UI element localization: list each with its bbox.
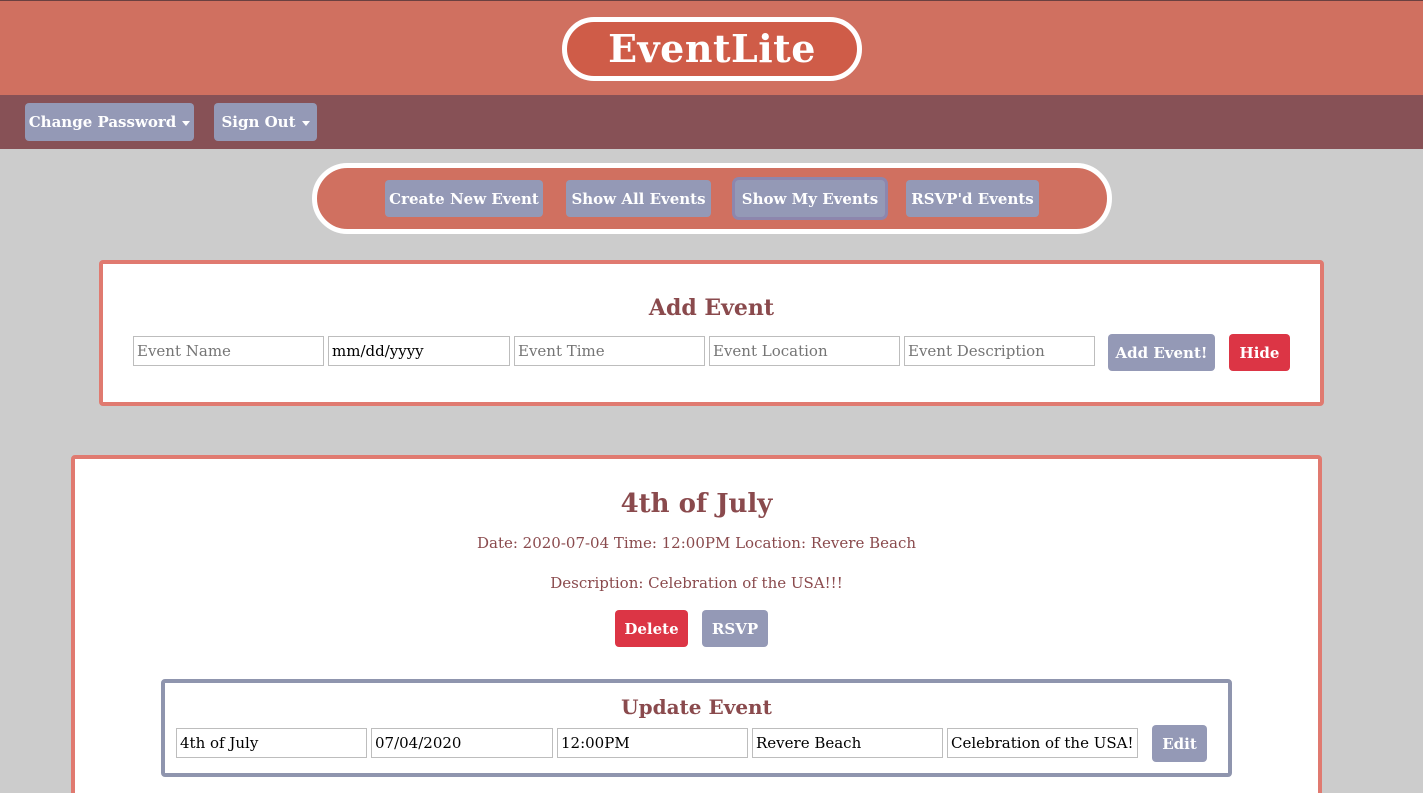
event-date-input[interactable]	[328, 336, 510, 366]
top-navbar: Change Password Sign Out	[0, 95, 1423, 149]
sign-out-dropdown[interactable]: Sign Out	[214, 103, 317, 141]
header-banner: EventLite	[0, 0, 1423, 95]
update-name-input[interactable]	[176, 728, 367, 758]
change-password-dropdown[interactable]: Change Password	[25, 103, 194, 141]
event-time-input[interactable]	[514, 336, 705, 366]
add-event-title: Add Event	[648, 295, 775, 321]
event-menu: Create New Event Show All Events Show My…	[312, 163, 1112, 234]
event-name-input[interactable]	[133, 336, 324, 366]
update-location-input[interactable]	[752, 728, 943, 758]
edit-event-button[interactable]: Edit	[1152, 725, 1207, 762]
update-description-input[interactable]	[947, 728, 1138, 758]
event-location-input[interactable]	[709, 336, 900, 366]
show-all-events-button[interactable]: Show All Events	[566, 180, 711, 217]
show-my-events-button[interactable]: Show My Events	[735, 180, 885, 217]
app-logo-title: EventLite	[562, 17, 862, 81]
update-event-title: Update Event	[621, 695, 772, 719]
event-title: 4th of July	[620, 489, 773, 519]
hide-button[interactable]: Hide	[1229, 334, 1290, 371]
event-description: Description: Celebration of the USA!!!	[550, 574, 843, 592]
rsvp-button[interactable]: RSVP	[702, 610, 768, 647]
chevron-down-icon	[301, 120, 310, 126]
update-event-panel: Update Event Edit	[161, 679, 1232, 777]
event-description-input[interactable]	[904, 336, 1095, 366]
delete-event-button[interactable]: Delete	[615, 610, 688, 647]
update-date-input[interactable]	[371, 728, 553, 758]
chevron-down-icon	[182, 120, 191, 126]
event-details: Date: 2020-07-04 Time: 12:00PM Location:…	[476, 534, 917, 552]
add-event-card: Add Event Add Event! Hide	[99, 260, 1324, 406]
update-time-input[interactable]	[557, 728, 748, 758]
sign-out-label: Sign Out	[221, 113, 296, 131]
change-password-label: Change Password	[28, 113, 177, 131]
create-new-event-button[interactable]: Create New Event	[385, 180, 543, 217]
add-event-submit-button[interactable]: Add Event!	[1108, 334, 1215, 371]
rsvpd-events-button[interactable]: RSVP'd Events	[906, 180, 1039, 217]
